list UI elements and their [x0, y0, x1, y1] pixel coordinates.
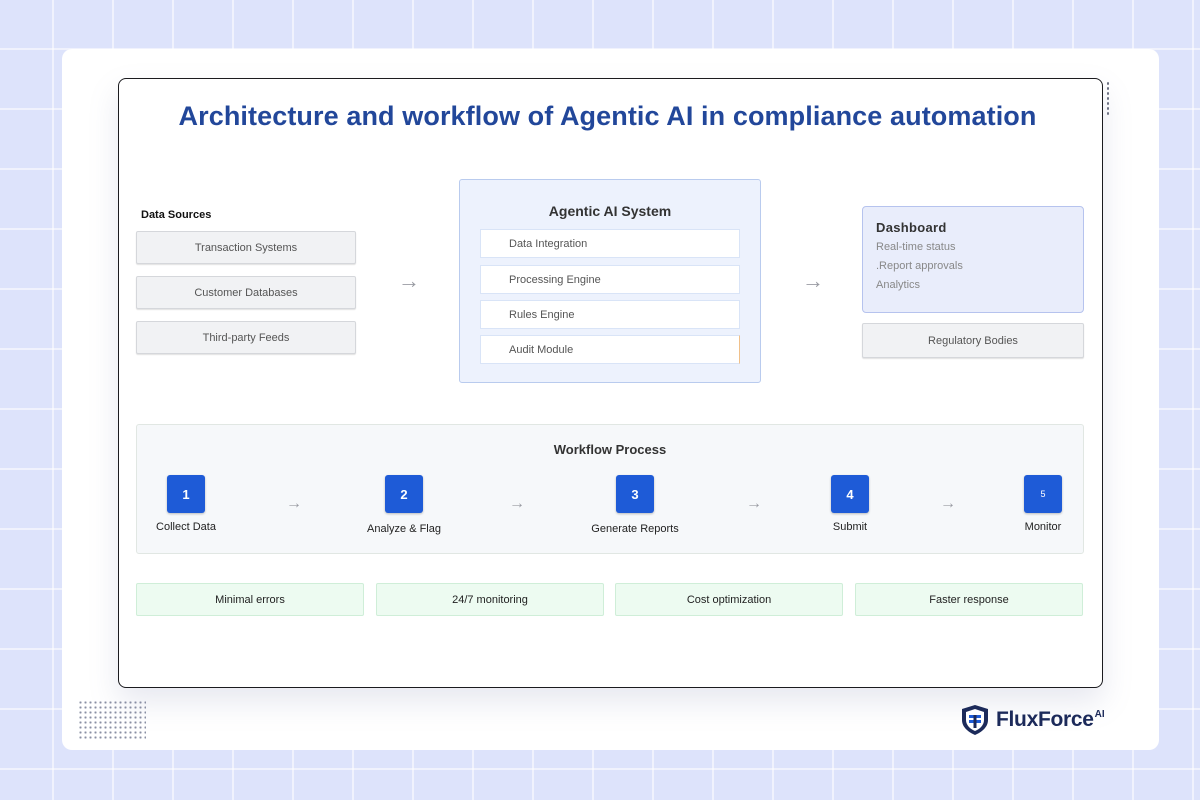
benefit-cost-optimization: Cost optimization: [615, 583, 843, 616]
step-label-collect-data: Collect Data: [156, 521, 216, 533]
brand-suffix: AI: [1094, 709, 1105, 720]
data-sources-label: Data Sources: [141, 209, 212, 221]
step-badge-3: 3: [616, 475, 654, 513]
benefit-faster-response: Faster response: [855, 583, 1083, 616]
workflow-title: Workflow Process: [553, 442, 667, 457]
module-processing-engine: Processing Engine: [480, 265, 740, 294]
decorative-dots-bottom: [78, 700, 146, 740]
source-third-party-feeds: Third-party Feeds: [136, 321, 356, 354]
brand-logo: FluxForce AI: [960, 703, 1105, 737]
dashboard-panel: Dashboard Real-time status .Report appro…: [862, 206, 1084, 313]
dashboard-item: Analytics: [876, 279, 921, 291]
step-badge-5: 5: [1024, 475, 1062, 513]
benefit-minimal-errors: Minimal errors: [136, 583, 364, 616]
step-arrow-icon: →: [509, 495, 525, 512]
dashboard-item: .Report approvals: [876, 260, 963, 272]
benefit-monitoring: 24/7 monitoring: [376, 583, 604, 616]
brand-name: FluxForce: [996, 708, 1094, 731]
source-customer-databases: Customer Databases: [136, 276, 356, 309]
agentic-system-title: Agentic AI System: [548, 203, 672, 219]
step-label-analyze-flag: Analyze & Flag: [367, 523, 441, 535]
step-arrow-icon: →: [746, 495, 762, 512]
module-audit: Audit Module: [480, 335, 740, 364]
step-badge-4: 4: [831, 475, 869, 513]
step-badge-1: 1: [167, 475, 205, 513]
agentic-ai-system: Agentic AI System Data Integration Proce…: [459, 179, 761, 383]
dashboard-title: Dashboard: [876, 220, 947, 235]
diagram-title: Architecture and workflow of Agentic AI …: [178, 101, 1037, 131]
regulatory-bodies: Regulatory Bodies: [862, 323, 1084, 358]
step-arrow-icon: →: [286, 495, 302, 512]
dashboard-item: Real-time status: [876, 241, 956, 253]
step-label-monitor: Monitor: [1024, 521, 1062, 533]
flow-arrow-icon: →: [802, 268, 824, 293]
module-rules-engine: Rules Engine: [480, 300, 740, 329]
step-label-submit: Submit: [832, 521, 868, 533]
module-data-integration: Data Integration: [480, 229, 740, 258]
source-transaction-systems: Transaction Systems: [136, 231, 356, 264]
shield-logo-icon: [962, 705, 988, 735]
step-arrow-icon: →: [940, 495, 956, 512]
flow-arrow-icon: →: [398, 268, 420, 293]
step-badge-2: 2: [385, 475, 423, 513]
step-label-generate-reports: Generate Reports: [591, 523, 679, 535]
